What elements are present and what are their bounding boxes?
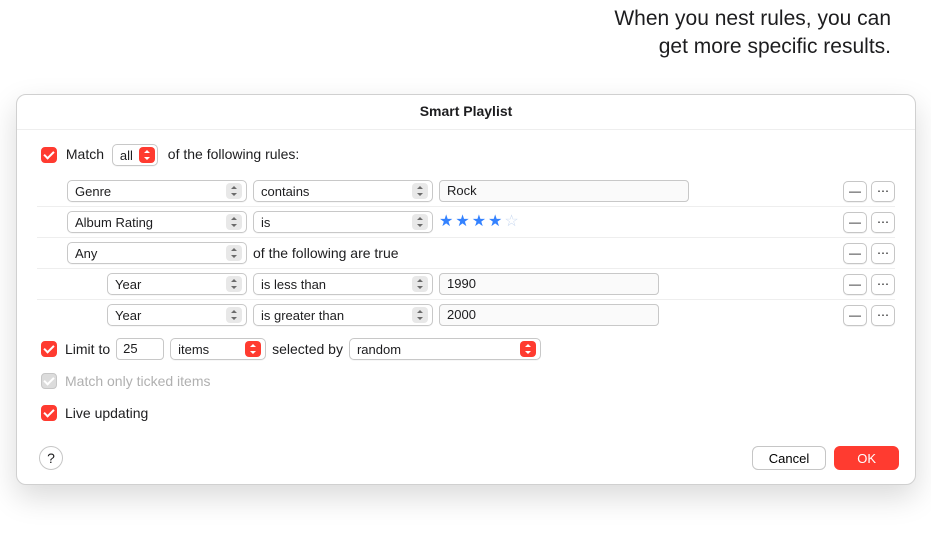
rule-op-value: contains xyxy=(261,184,309,199)
star-icon: ★ xyxy=(455,214,469,230)
star-icon: ★ xyxy=(488,214,502,230)
limit-unit-value: items xyxy=(178,342,209,357)
star-icon: ☆ xyxy=(504,214,518,230)
arrows-icon xyxy=(226,276,242,292)
rule-row: Any of the following are true — ⋯ xyxy=(37,238,895,269)
rule-operator-select[interactable]: is xyxy=(253,211,433,233)
match-ticked-checkbox-input xyxy=(41,373,57,389)
remove-rule-button[interactable]: — xyxy=(843,274,867,295)
remove-rule-button[interactable]: — xyxy=(843,181,867,202)
rule-field-value: Genre xyxy=(75,184,111,199)
match-ticked-checkbox: Match only ticked items xyxy=(37,370,211,392)
match-row: Match all of the following rules: xyxy=(37,144,895,166)
rule-options-button[interactable]: ⋯ xyxy=(871,181,895,202)
live-updating-checkbox-input[interactable] xyxy=(41,405,57,421)
arrows-icon xyxy=(245,341,261,357)
match-mode-select[interactable]: all xyxy=(112,144,158,166)
rule-value-input[interactable]: Rock xyxy=(439,180,689,202)
limit-unit-select[interactable]: items xyxy=(170,338,266,360)
remove-rule-button[interactable]: — xyxy=(843,243,867,264)
options-section: Limit to 25 items selected by random Mat… xyxy=(37,338,895,424)
rule-row: Genre contains Rock — ⋯ xyxy=(37,176,895,207)
dialog-content: Match all of the following rules: Genre … xyxy=(17,130,915,436)
rule-field-value: Album Rating xyxy=(75,215,153,230)
arrows-icon xyxy=(412,214,428,230)
match-checkbox-input[interactable] xyxy=(41,147,57,163)
annotation-callout: When you nest rules, you can get more sp… xyxy=(614,5,891,62)
rule-options-button[interactable]: ⋯ xyxy=(871,243,895,264)
help-button[interactable]: ? xyxy=(39,446,63,470)
rule-options-button[interactable]: ⋯ xyxy=(871,274,895,295)
rule-op-value: is xyxy=(261,215,270,230)
match-checkbox[interactable] xyxy=(37,144,60,166)
rule-row: Album Rating is ★ ★ ★ ★ ☆ — ⋯ xyxy=(37,207,895,238)
rule-value-input[interactable]: 2000 xyxy=(439,304,659,326)
arrows-icon xyxy=(226,307,242,323)
limit-order-select[interactable]: random xyxy=(349,338,541,360)
rule-operator-select[interactable]: is greater than xyxy=(253,304,433,326)
match-prefix: Match xyxy=(66,146,104,162)
rule-operator-select[interactable]: contains xyxy=(253,180,433,202)
rule-field-value: Any xyxy=(75,246,97,261)
limit-checkbox[interactable]: Limit to xyxy=(37,338,110,360)
rule-field-value: Year xyxy=(115,277,141,292)
rule-op-value: is less than xyxy=(261,277,326,292)
star-icon: ★ xyxy=(472,214,486,230)
limit-checkbox-input[interactable] xyxy=(41,341,57,357)
rule-field-select[interactable]: Album Rating xyxy=(67,211,247,233)
annotation-line-1: When you nest rules, you can xyxy=(614,7,891,30)
dialog-footer: ? Cancel OK xyxy=(17,436,915,484)
limit-order-value: random xyxy=(357,342,401,357)
arrows-icon xyxy=(226,183,242,199)
annotation-line-2: get more specific results. xyxy=(659,35,891,58)
arrows-icon xyxy=(412,307,428,323)
dialog-title: Smart Playlist xyxy=(17,95,915,130)
rule-operator-select[interactable]: is less than xyxy=(253,273,433,295)
ok-button[interactable]: OK xyxy=(834,446,899,470)
cancel-button[interactable]: Cancel xyxy=(752,446,826,470)
arrows-icon xyxy=(226,245,242,261)
match-suffix: of the following rules: xyxy=(168,146,300,162)
rule-row: Year is greater than 2000 — ⋯ xyxy=(37,300,895,330)
remove-rule-button[interactable]: — xyxy=(843,212,867,233)
rule-op-value: is greater than xyxy=(261,308,344,323)
rule-field-value: Year xyxy=(115,308,141,323)
smart-playlist-dialog: Smart Playlist Match all of the followin… xyxy=(16,94,916,485)
arrows-icon xyxy=(139,147,155,163)
rule-options-button[interactable]: ⋯ xyxy=(871,305,895,326)
rule-value-input[interactable]: 1990 xyxy=(439,273,659,295)
arrows-icon xyxy=(412,183,428,199)
match-ticked-label: Match only ticked items xyxy=(65,373,211,389)
rule-options-button[interactable]: ⋯ xyxy=(871,212,895,233)
limit-count-input[interactable]: 25 xyxy=(116,338,164,360)
rule-field-select[interactable]: Year xyxy=(107,304,247,326)
star-icon: ★ xyxy=(439,214,453,230)
remove-rule-button[interactable]: — xyxy=(843,305,867,326)
arrows-icon xyxy=(520,341,536,357)
rule-field-select[interactable]: Genre xyxy=(67,180,247,202)
rule-field-select[interactable]: Year xyxy=(107,273,247,295)
selected-by-label: selected by xyxy=(272,341,343,357)
live-updating-label: Live updating xyxy=(65,405,148,421)
rules-list: Genre contains Rock — ⋯ Album Rating xyxy=(37,176,895,330)
arrows-icon xyxy=(412,276,428,292)
limit-label: Limit to xyxy=(65,341,110,357)
rule-row: Year is less than 1990 — ⋯ xyxy=(37,269,895,300)
group-suffix: of the following are true xyxy=(253,245,399,261)
rule-field-select[interactable]: Any xyxy=(67,242,247,264)
match-mode-value: all xyxy=(120,148,133,163)
arrows-icon xyxy=(226,214,242,230)
rating-stars[interactable]: ★ ★ ★ ★ ☆ xyxy=(439,214,519,230)
live-updating-checkbox[interactable]: Live updating xyxy=(37,402,148,424)
